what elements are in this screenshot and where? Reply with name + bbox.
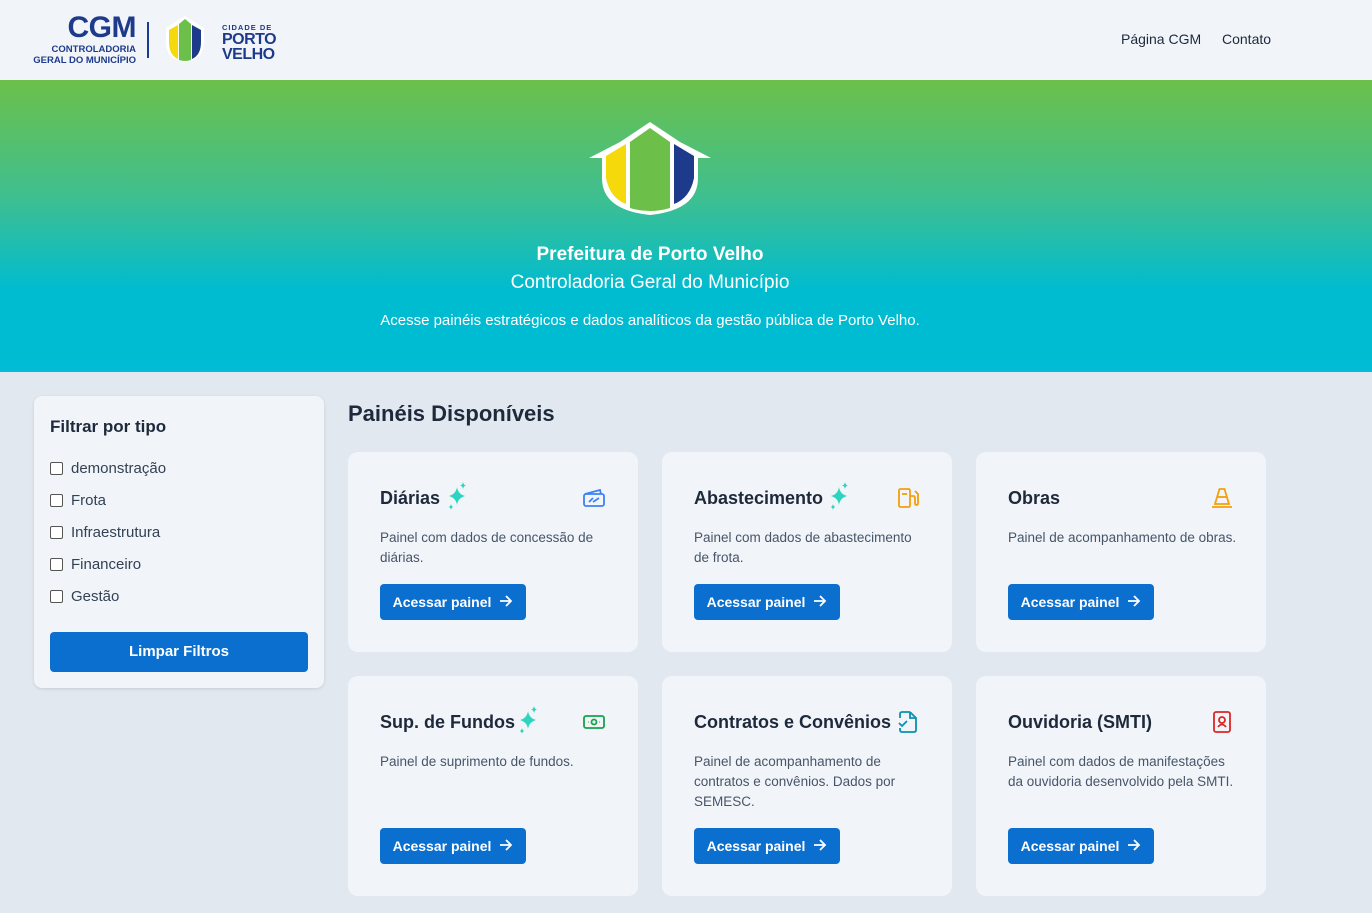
card-title: Abastecimento [694, 488, 824, 508]
filter-panel: Filtrar por tipo demonstração Frota Infr… [34, 396, 324, 688]
city-logo-line3: VELHO [222, 46, 275, 63]
card-title: Ouvidoria (SMTI) [1008, 712, 1152, 732]
filter-option-financeiro[interactable]: Financeiro [50, 556, 141, 573]
logo-divider [147, 22, 149, 58]
filter-checkbox[interactable] [50, 494, 63, 507]
city-logo-line2: PORTO [222, 31, 277, 48]
cgm-logo-line1: CONTROLADORIA [51, 44, 136, 55]
panel-card-abastecimento: Abastecimento Painel com dados de abaste… [662, 452, 952, 652]
arrow-right-icon [813, 838, 827, 854]
sparkles-icon [446, 482, 468, 515]
filter-label: Infraestrutura [71, 524, 161, 541]
access-panel-button[interactable]: Acessar painel [1008, 828, 1154, 864]
filter-checkbox[interactable] [50, 590, 63, 603]
filter-checkbox[interactable] [50, 526, 63, 539]
panel-card-ouvidoria: Ouvidoria (SMTI) Painel com dados de man… [976, 676, 1266, 896]
banknote-icon [582, 710, 606, 739]
arrow-right-icon [499, 594, 513, 610]
button-label: Acessar painel [1020, 594, 1120, 610]
cgm-logo-line2: GERAL DO MUNICÍPIO [33, 55, 136, 66]
arrow-right-icon [499, 838, 513, 854]
sparkles-icon [828, 482, 850, 515]
filter-checkbox[interactable] [50, 558, 63, 571]
nav-link-pagina-cgm[interactable]: Página CGM [1121, 31, 1201, 47]
card-description: Painel de acompanhamento de obras. [1008, 530, 1237, 545]
panel-card-contratos: Contratos e Convênios Painel de acompanh… [662, 676, 952, 896]
panel-card-obras: Obras Painel de acompanhamento de obras.… [976, 452, 1266, 652]
filter-panel-title: Filtrar por tipo [50, 417, 167, 436]
arrow-right-icon [1127, 838, 1141, 854]
filter-label: demonstração [71, 460, 167, 477]
button-label: Acessar painel [1020, 838, 1120, 854]
access-panel-button[interactable]: Acessar painel [1008, 584, 1154, 620]
access-panel-button[interactable]: Acessar painel [694, 828, 840, 864]
nav-link-contato[interactable]: Contato [1222, 31, 1271, 47]
card-description: Painel com dados de manifestações da ouv… [1008, 754, 1234, 789]
porto-velho-shield-icon [158, 14, 212, 69]
button-label: Acessar painel [392, 594, 492, 610]
card-title: Obras [1008, 488, 1061, 508]
filter-option-demonstracao[interactable]: demonstração [50, 460, 166, 477]
panels-section-title: Painéis Disponíveis [348, 401, 555, 426]
filter-option-frota[interactable]: Frota [50, 492, 106, 509]
hero-subtitle: Controladoria Geral do Município [510, 272, 790, 293]
file-check-icon [896, 710, 920, 739]
button-label: Acessar painel [392, 838, 492, 854]
arrow-right-icon [813, 594, 827, 610]
panel-card-diarias: Diárias Painel com dados de concessão de… [348, 452, 638, 652]
contact-book-icon [1210, 710, 1234, 739]
clear-filters-button[interactable]: Limpar Filtros [50, 632, 308, 672]
porto-velho-emblem-icon [588, 120, 712, 221]
arrow-right-icon [1127, 594, 1141, 610]
card-title: Sup. de Fundos [380, 712, 515, 732]
filter-label: Frota [71, 492, 107, 509]
access-panel-button[interactable]: Acessar painel [380, 584, 526, 620]
card-title: Diárias [380, 488, 441, 508]
card-description: Painel de acompanhamento de contratos e … [694, 754, 896, 809]
access-panel-button[interactable]: Acessar painel [380, 828, 526, 864]
access-panel-button[interactable]: Acessar painel [694, 584, 840, 620]
card-title: Contratos e Convênios [694, 712, 892, 732]
hero-title: Prefeitura de Porto Velho [536, 244, 764, 265]
cgm-logo-mark: CGM [67, 11, 137, 44]
card-description: Painel com dados de concessão de diárias… [380, 530, 594, 565]
ticket-icon [582, 486, 606, 515]
porto-velho-logo-text: CIDADE DE PORTO VELHO [222, 23, 282, 63]
button-label: Acessar painel [706, 594, 806, 610]
button-label: Acessar painel [706, 838, 806, 854]
cgm-logo[interactable]: CGM CONTROLADORIA GERAL DO MUNICÍPIO [26, 12, 138, 68]
filter-label: Financeiro [71, 556, 142, 573]
hero-description: Acesse painéis estratégicos e dados anal… [380, 312, 920, 329]
filter-checkbox[interactable] [50, 462, 63, 475]
panel-card-sup-fundos: Sup. de Fundos Painel de suprimento de f… [348, 676, 638, 896]
sparkles-icon [517, 706, 539, 739]
card-description: Painel com dados de abastecimento de fro… [694, 530, 912, 565]
card-description: Painel de suprimento de fundos. [380, 754, 574, 769]
top-header: CGM CONTROLADORIA GERAL DO MUNICÍPIO CID… [0, 0, 1372, 80]
hero-banner: Prefeitura de Porto Velho Controladoria … [0, 80, 1372, 372]
traffic-cone-icon [1210, 486, 1234, 515]
fuel-pump-icon [896, 486, 920, 515]
filter-option-gestao[interactable]: Gestão [50, 588, 119, 605]
filter-label: Gestão [71, 588, 120, 605]
filter-option-infraestrutura[interactable]: Infraestrutura [50, 524, 160, 541]
